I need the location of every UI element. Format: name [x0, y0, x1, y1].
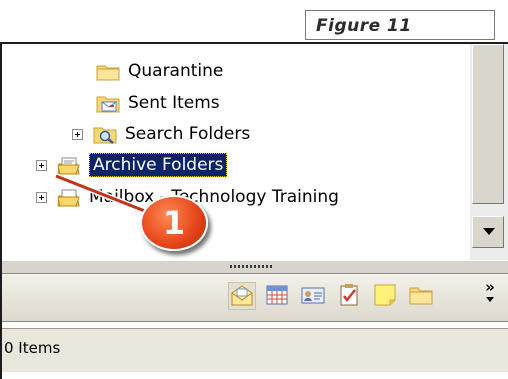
callout-pointer-line: [54, 173, 162, 220]
callout-badge: 1: [140, 195, 208, 251]
